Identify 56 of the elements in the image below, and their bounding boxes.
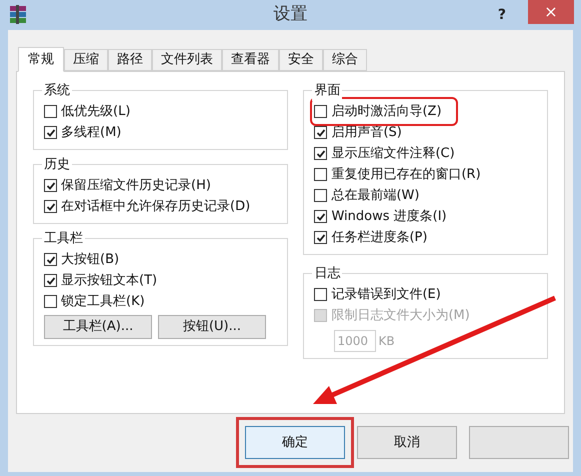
close-button[interactable]: × (528, 0, 574, 24)
checkbox-label: 记录错误到文件(E) (331, 286, 441, 304)
window-title: 设置 (274, 3, 308, 26)
group-title: 界面 (312, 81, 342, 100)
checkbox[interactable] (314, 189, 328, 202)
checkbox-label: 在对话框中允许保存历史记录(D) (61, 198, 250, 216)
checkbox[interactable] (314, 126, 328, 139)
checkbox[interactable] (314, 231, 328, 244)
checkbox-label: 显示压缩文件注释(C) (331, 144, 455, 163)
checkbox-label: Windows 进度条(I) (331, 208, 447, 226)
checkbox[interactable] (314, 210, 328, 223)
tab[interactable]: 安全 (279, 49, 323, 71)
checkbox-label: 重复使用已存在的窗口(R) (331, 166, 481, 184)
checkmark-icon (316, 148, 326, 158)
tab[interactable]: 路径 (108, 49, 152, 71)
tab[interactable]: 综合 (323, 49, 367, 71)
checkbox[interactable] (314, 147, 328, 160)
checkmark-icon (46, 128, 56, 138)
tab[interactable]: 文件列表 (152, 49, 222, 71)
checkbox-label: 锁定工具栏(K) (61, 292, 145, 311)
checkbox[interactable] (314, 168, 328, 181)
checkbox-label: 任务栏进度条(P) (331, 228, 428, 247)
checkmark-icon (316, 128, 326, 138)
checkmark-icon (46, 254, 56, 264)
checkmark-icon (316, 212, 326, 222)
checkmark-icon (46, 276, 56, 286)
checkbox-label: 大按钮(B) (61, 250, 120, 269)
checkmark-icon (46, 202, 56, 212)
checkbox[interactable] (314, 105, 328, 118)
checkbox[interactable] (44, 179, 57, 192)
checkbox[interactable] (44, 126, 57, 139)
checkbox[interactable] (314, 288, 328, 301)
tab[interactable]: 常规 (18, 47, 64, 72)
tab[interactable]: 查看器 (222, 49, 279, 71)
checkbox[interactable] (44, 200, 57, 213)
tab[interactable]: 压缩 (64, 49, 108, 71)
checkbox-label: 限制日志文件大小为(M) (331, 306, 470, 325)
checkbox-label: 多线程(M) (61, 124, 122, 142)
checkbox-label: 总在最前端(W) (331, 186, 420, 205)
dialog-button[interactable]: 确定 (245, 426, 345, 459)
help-button[interactable]: ? (498, 4, 506, 26)
checkbox[interactable] (44, 105, 57, 118)
checkmark-icon (46, 180, 56, 190)
size-unit: KB (378, 333, 395, 350)
checkbox-label: 启用声音(S) (331, 124, 402, 142)
checkmark-icon (316, 232, 326, 242)
checkbox-label: 保留压缩文件历史记录(H) (61, 176, 211, 195)
dialog-button[interactable]: 取消 (357, 426, 457, 459)
checkbox-label: 显示按钮文本(T) (61, 272, 158, 290)
toolbar-setup-button[interactable]: 按钮(U)... (158, 315, 266, 339)
checkbox[interactable] (44, 295, 57, 308)
checkbox-label: 低优先级(L) (61, 102, 130, 121)
checkbox[interactable] (44, 253, 57, 266)
toolbar-setup-button[interactable]: 工具栏(A)... (44, 315, 152, 339)
checkbox[interactable] (44, 274, 57, 287)
checkbox-label: 启动时激活向导(Z) (331, 102, 442, 121)
